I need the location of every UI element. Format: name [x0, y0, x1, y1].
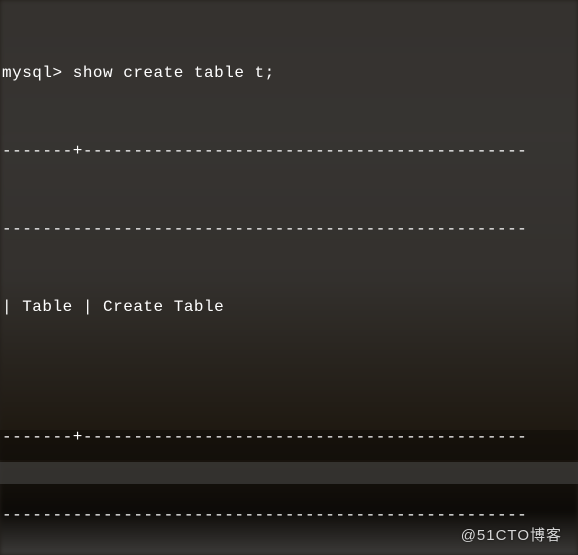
terminal-window[interactable]: mysql> show create table t; -------+----…	[0, 0, 578, 555]
watermark-label: @51CTO博客	[461, 524, 562, 545]
terminal-line: -------+--------------------------------…	[0, 138, 578, 164]
terminal-line: -------+--------------------------------…	[0, 424, 578, 450]
terminal-line: | Table | Create Table	[0, 294, 578, 320]
terminal-line: ----------------------------------------…	[0, 216, 578, 242]
terminal-line: mysql> show create table t;	[0, 60, 578, 86]
